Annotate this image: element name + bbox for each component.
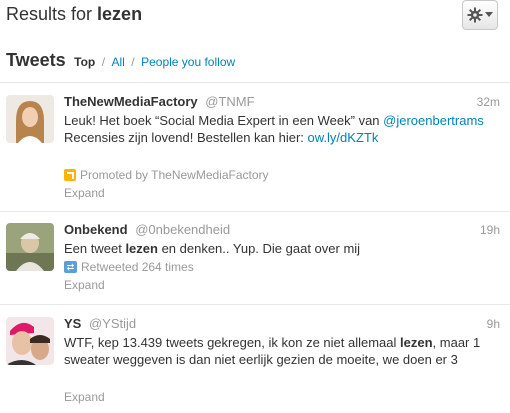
tab-separator: /	[101, 55, 106, 69]
highlighted-term: lezen	[125, 241, 158, 256]
retweet-count: ⇄ Retweeted 264 times	[64, 260, 194, 274]
tweet-item[interactable]: YS @YStijd 9h WTF, kep 13.439 tweets gek…	[0, 305, 510, 413]
retweet-label: Retweeted 264 times	[81, 260, 194, 274]
promoted-icon	[64, 169, 76, 181]
avatar[interactable]	[6, 317, 54, 365]
tab-people-you-follow[interactable]: People you follow	[141, 55, 235, 69]
tweet-author: YS @YStijd	[64, 316, 136, 331]
text-part: WTF, kep 13.439 tweets gekregen, ik kon …	[64, 335, 401, 350]
text-part: Leuk! Het boek “Social Media Expert in e…	[64, 113, 384, 128]
tweet-text: Leuk! Het boek “Social Media Expert in e…	[64, 112, 504, 146]
text-part: en denken.. Yup. Die gaat over mij	[157, 241, 361, 256]
highlighted-term: lezen	[400, 335, 433, 350]
retweet-icon: ⇄	[64, 261, 77, 273]
mention-link[interactable]: @jeroenbertrams	[383, 113, 484, 128]
tab-all[interactable]: All	[112, 55, 125, 69]
expand-link[interactable]: Expand	[64, 278, 105, 292]
settings-button[interactable]	[462, 0, 498, 30]
promoted-by: Promoted by TheNewMediaFactory	[64, 168, 269, 182]
tweet-time[interactable]: 32m	[477, 95, 500, 109]
text-part: Recensies zijn lovend! Bestellen kan hie…	[64, 130, 308, 145]
tweet-item[interactable]: Onbekend @0nbekendheid 19h Een tweet lez…	[0, 212, 510, 302]
results-prefix: Results for	[6, 4, 93, 24]
text-part: Een tweet	[64, 241, 126, 256]
url-link[interactable]: ow.ly/dKZTk	[308, 130, 379, 145]
search-header: Results for lezen	[0, 0, 510, 36]
author-handle[interactable]: @0nbekendheid	[135, 222, 230, 237]
tab-top[interactable]: Top	[74, 55, 95, 69]
tweet-item[interactable]: TheNewMediaFactory @TNMF 32m Leuk! Het b…	[0, 83, 510, 211]
author-name[interactable]: TheNewMediaFactory	[64, 94, 198, 109]
tweet-text: WTF, kep 13.439 tweets gekregen, ik kon …	[64, 334, 504, 368]
tweet-author: TheNewMediaFactory @TNMF	[64, 94, 255, 109]
author-handle[interactable]: @TNMF	[205, 94, 254, 109]
tweets-filter-tabs: Tweets Top / All / People you follow	[6, 50, 235, 72]
expand-link[interactable]: Expand	[64, 390, 105, 404]
gear-icon	[467, 7, 483, 23]
search-query: lezen	[97, 4, 143, 24]
promoted-label: Promoted by TheNewMediaFactory	[80, 168, 269, 182]
page-title: Results for lezen	[6, 4, 142, 25]
tweet-author: Onbekend @0nbekendheid	[64, 222, 230, 237]
avatar[interactable]	[6, 223, 54, 271]
tab-separator: /	[131, 55, 135, 69]
tweet-time[interactable]: 9h	[487, 317, 500, 331]
expand-link[interactable]: Expand	[64, 186, 105, 200]
caret-down-icon	[485, 12, 493, 17]
tweet-time[interactable]: 19h	[480, 223, 500, 237]
author-name[interactable]: YS	[64, 316, 81, 331]
author-name[interactable]: Onbekend	[64, 222, 128, 237]
tweets-heading: Tweets	[6, 50, 66, 70]
avatar[interactable]	[6, 95, 54, 143]
tweet-text: Een tweet lezen en denken.. Yup. Die gaa…	[64, 240, 504, 257]
author-handle[interactable]: @YStijd	[89, 316, 136, 331]
